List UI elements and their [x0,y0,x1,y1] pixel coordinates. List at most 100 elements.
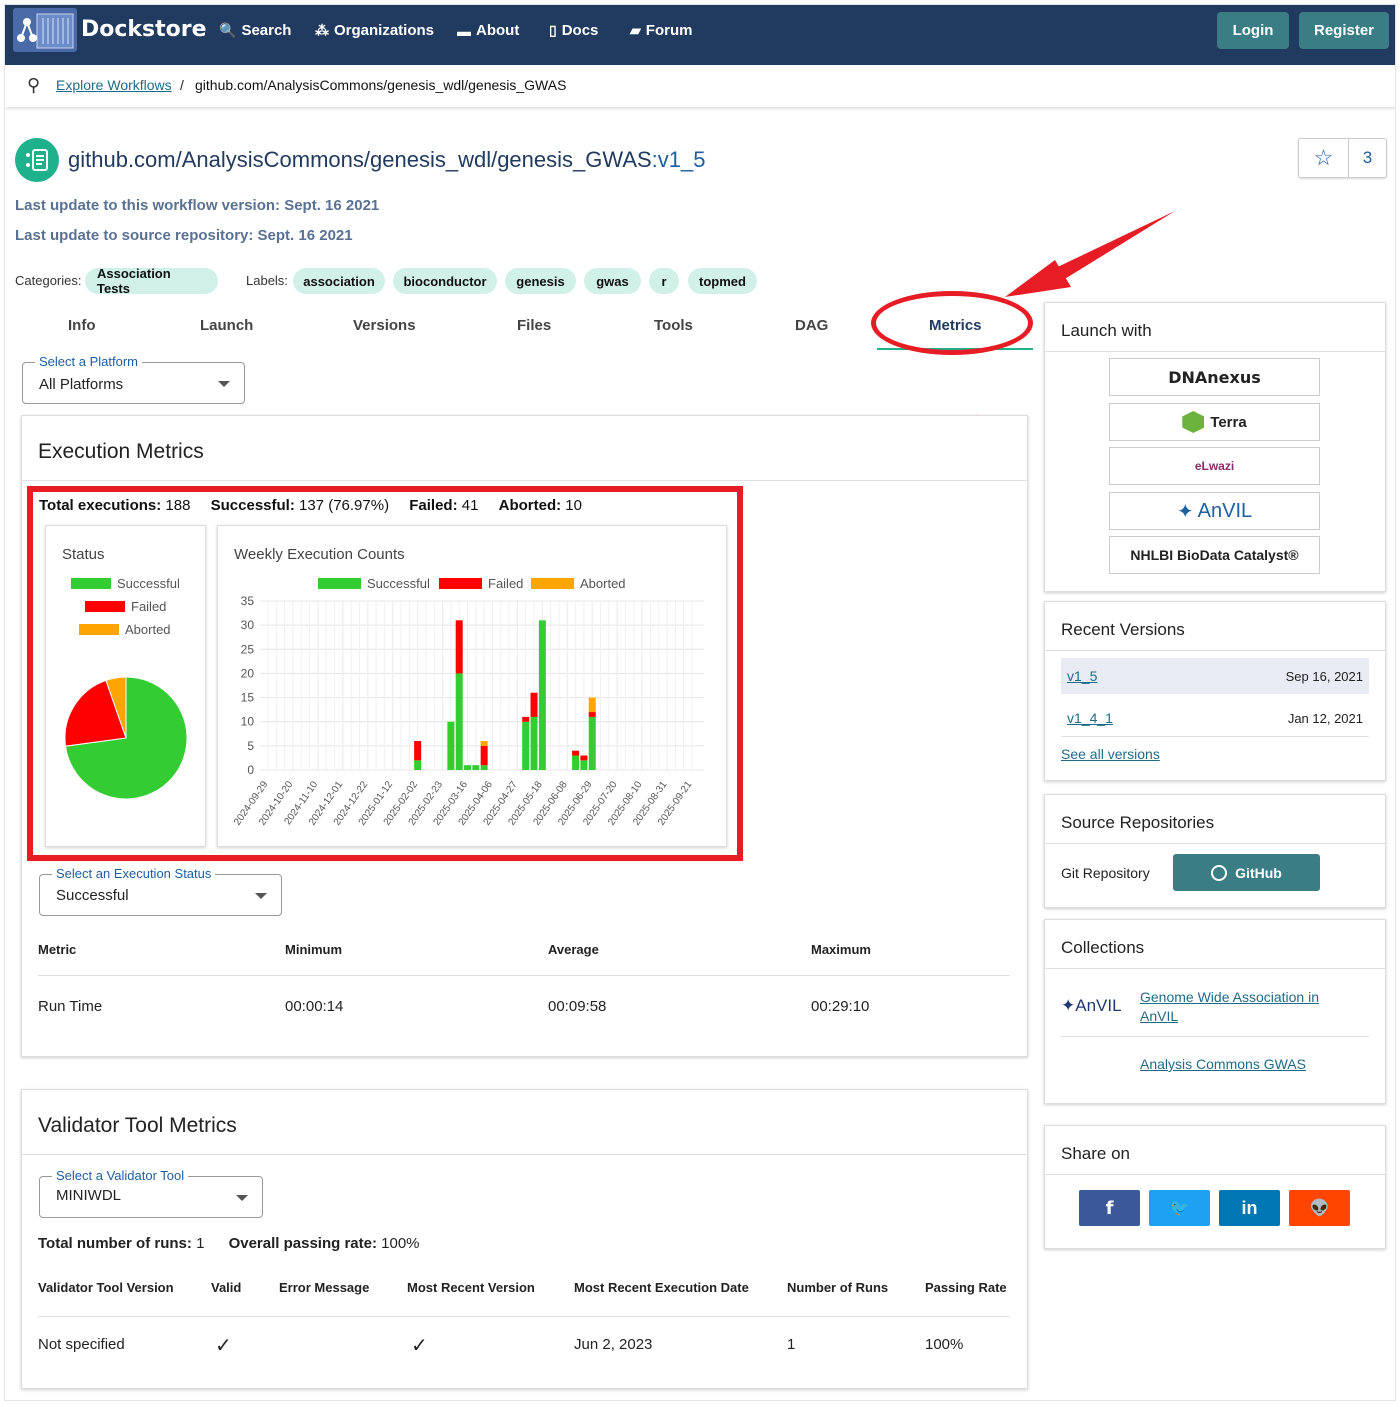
version-link[interactable]: v1_5 [1067,668,1097,684]
collection-link[interactable]: Analysis Commons GWAS [1140,1056,1306,1072]
login-button[interactable]: Login [1217,12,1289,49]
nav-about-label: About [476,22,520,39]
label-chip[interactable]: topmed [688,268,757,294]
divider [1045,1174,1385,1175]
table-divider [38,975,1010,976]
breadcrumb-separator: / [180,77,184,93]
most-recent-version-header: Most Recent Version [407,1280,535,1295]
reddit-icon: 👽 [1309,1200,1330,1217]
validator-tool-select[interactable]: Select a Validator Tool MINIWDL [39,1168,263,1218]
nav-organizations[interactable]: ⁂ Organizations [315,22,434,39]
divider [1045,968,1385,969]
tab-tools[interactable]: Tools [654,317,693,334]
maximum-header: Maximum [811,942,871,957]
top-navbar: Dockstore 🔍 Search ⁂ Organizations ▬ About … [5,5,1395,65]
tab-files[interactable]: Files [517,317,551,334]
source-repositories-title: Source Repositories [1061,813,1215,832]
star-count: 3 [1362,148,1373,167]
brand-name[interactable]: Dockstore [81,17,207,42]
platform-select[interactable]: Select a Platform All Platforms [22,354,245,404]
labels-label: Labels: [246,273,288,288]
breadcrumb-current: github.com/AnalysisCommons/genesis_wdl/g… [195,77,567,93]
divider [1061,736,1369,737]
runs-value: 1 [196,1235,205,1252]
average-cell: 00:09:58 [548,998,607,1015]
categories-label: Categories: [15,273,82,288]
collection-link[interactable]: Genome Wide Association in AnVIL [1140,988,1340,1026]
tab-info[interactable]: Info [68,317,96,334]
launch-dnanexus-button[interactable]: DNAnexus [1109,358,1320,396]
anvil-star-icon: ✦ [1061,996,1076,1015]
facebook-icon: f [1105,1197,1114,1219]
elwazi-label: eLwazi [1194,459,1235,473]
anvil-org-logo[interactable]: ✦AnVIL [1061,996,1122,1016]
github-icon [1211,864,1228,881]
validator-version-header: Validator Tool Version [38,1280,174,1295]
last-update-repo: Last update to source repository: Sept. … [15,227,353,244]
terra-icon [1182,411,1205,433]
version-link[interactable]: v1_4_1 [1067,710,1113,726]
launch-biodata-catalyst-button[interactable]: NHLBI BioData Catalyst® [1109,536,1320,574]
github-button[interactable]: GitHub [1173,854,1320,891]
nav-about[interactable]: ▬ About [457,22,519,39]
last-update-version: Last update to this workflow version: Se… [15,197,380,214]
number-of-runs-cell: 1 [787,1336,796,1353]
version-date: Jan 12, 2021 [1287,711,1363,726]
passing-rate-header: Passing Rate [925,1280,1007,1295]
launch-anvil-button[interactable]: ✦ AnVIL [1109,492,1320,530]
reddit-share-button[interactable]: 👽 [1289,1190,1350,1226]
divider [1045,650,1385,651]
execution-status-select[interactable]: Select an Execution Status Successful [39,866,282,916]
workflow-path: github.com/AnalysisCommons/genesis_wdl/g… [68,147,652,172]
workflow-icon [15,138,59,182]
version-row[interactable]: v1_4_1 Jan 12, 2021 [1061,700,1369,736]
platform-select-value: All Platforms [39,376,124,393]
nav-docs[interactable]: ▯ Docs [549,22,598,39]
label-chip[interactable]: association [293,268,385,294]
divider [1045,843,1385,844]
runs-label: Total number of runs: [38,1235,192,1252]
label-chip[interactable]: r [649,268,679,294]
version-row-selected[interactable]: v1_5 Sep 16, 2021 [1061,658,1369,694]
chevron-down-icon [218,381,230,387]
see-all-versions-link[interactable]: See all versions [1061,746,1160,762]
label-chip[interactable]: gwas [584,268,641,294]
tab-launch[interactable]: Launch [200,317,253,334]
linkedin-share-button[interactable]: in [1219,1190,1280,1226]
validator-tool-select-label: Select a Validator Tool [52,1168,189,1183]
validator-metrics-card: Validator Tool Metrics Select a Validato… [21,1089,1028,1389]
execution-status-select-label: Select an Execution Status [52,866,216,881]
nav-forum-label: Forum [645,22,693,39]
platform-select-label: Select a Platform [35,354,142,369]
register-button[interactable]: Register [1299,12,1389,49]
workflow-version: :v1_5 [651,147,706,172]
breadcrumb-explore-link[interactable]: Explore Workflows [56,77,172,93]
validator-tool-select-value: MINIWDL [56,1187,121,1204]
divider [1045,351,1385,352]
annotation-box [27,486,743,861]
launch-terra-button[interactable]: Terra [1109,403,1320,441]
nav-docs-label: Docs [561,22,599,39]
page-frame: Dockstore 🔍 Search ⁂ Organizations ▬ About … [4,4,1396,1401]
tab-versions[interactable]: Versions [353,317,416,334]
facebook-share-button[interactable]: f [1079,1190,1140,1226]
forum-icon: ▰ [630,22,641,38]
launch-elwazi-button[interactable]: eLwazi [1109,447,1320,485]
star-icon[interactable]: ☆ [1299,139,1349,177]
category-chip[interactable]: Association Tests [85,266,218,296]
linkedin-icon: in [1241,1197,1258,1218]
rate-value: 100% [381,1235,420,1252]
nav-forum[interactable]: ▰ Forum [630,22,692,39]
valid-header: Valid [211,1280,242,1295]
terra-label: Terra [1210,413,1247,431]
nav-search[interactable]: 🔍 Search [219,22,291,39]
twitter-share-button[interactable]: 🐦 [1149,1190,1210,1226]
rate-label: Overall passing rate: [228,1235,377,1252]
github-label: GitHub [1235,864,1282,881]
label-chip[interactable]: bioconductor [393,268,497,294]
breadcrumb: ⚲ Explore Workflows / github.com/Analysi… [5,65,1395,107]
tab-dag[interactable]: DAG [795,317,828,334]
minimum-cell: 00:00:14 [285,998,344,1015]
dockstore-logo-icon[interactable] [13,8,77,52]
label-chip[interactable]: genesis [505,268,576,294]
